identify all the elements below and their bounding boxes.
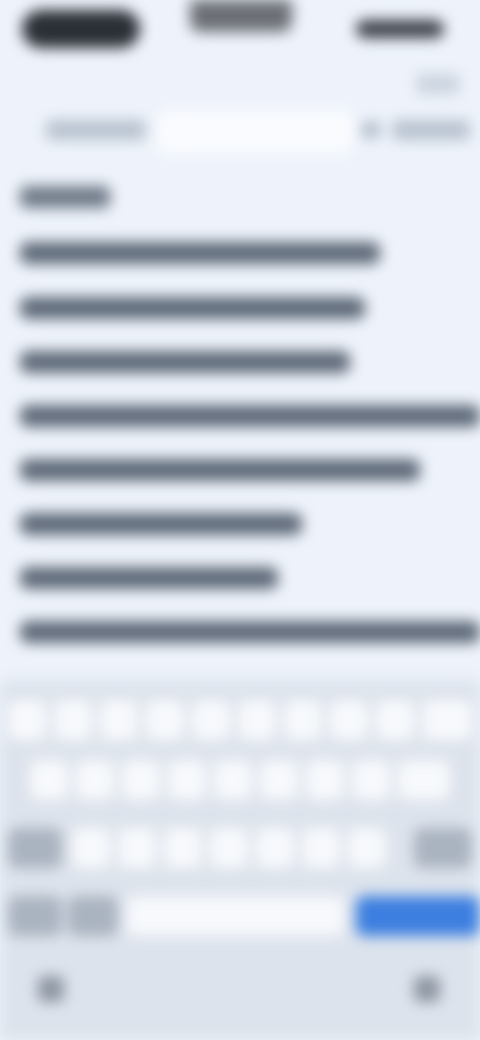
shift-key[interactable] [8, 828, 62, 868]
key[interactable] [260, 760, 298, 800]
key[interactable] [122, 760, 160, 800]
key[interactable] [302, 828, 340, 868]
status-icons [356, 20, 444, 38]
tab-right[interactable] [392, 120, 470, 140]
camera-notch [190, 0, 292, 32]
return-key[interactable] [356, 896, 480, 936]
key[interactable] [168, 760, 206, 800]
tab-bar [0, 108, 480, 158]
emoji-key[interactable] [68, 896, 118, 936]
key[interactable] [352, 760, 390, 800]
key[interactable] [146, 700, 184, 740]
key[interactable] [214, 760, 252, 800]
key[interactable] [72, 828, 110, 868]
globe-icon[interactable] [38, 976, 64, 1002]
header-action-button[interactable] [416, 74, 460, 94]
suggestion-item[interactable] [20, 513, 302, 535]
key[interactable] [118, 828, 156, 868]
key[interactable] [376, 700, 414, 740]
key[interactable] [348, 828, 386, 868]
suggestion-item[interactable] [20, 567, 278, 589]
keyboard [0, 680, 480, 1040]
tab-active[interactable] [156, 110, 354, 154]
key[interactable] [330, 700, 368, 740]
suggestion-item[interactable] [20, 459, 420, 481]
key[interactable] [164, 828, 202, 868]
key[interactable] [422, 700, 472, 740]
suggestions-heading [20, 186, 110, 208]
key[interactable] [306, 760, 344, 800]
key[interactable] [8, 700, 46, 740]
suggestion-item[interactable] [20, 405, 480, 427]
key[interactable] [192, 700, 230, 740]
numbers-key[interactable] [8, 896, 62, 936]
suggestion-item[interactable] [20, 621, 480, 643]
backspace-key[interactable] [414, 828, 472, 868]
key[interactable] [30, 760, 68, 800]
key[interactable] [238, 700, 276, 740]
tab-icon [362, 122, 380, 138]
suggestion-item[interactable] [20, 351, 350, 373]
suggestion-item[interactable] [20, 297, 365, 319]
key[interactable] [256, 828, 294, 868]
space-key[interactable] [126, 896, 344, 936]
key[interactable] [284, 700, 322, 740]
time-pill [22, 10, 140, 48]
tab-left[interactable] [46, 120, 146, 140]
page-title [160, 72, 320, 98]
key[interactable] [76, 760, 114, 800]
key[interactable] [100, 700, 138, 740]
suggestion-item[interactable] [20, 242, 380, 264]
key[interactable] [398, 760, 450, 800]
key[interactable] [210, 828, 248, 868]
key[interactable] [54, 700, 92, 740]
microphone-icon[interactable] [414, 976, 440, 1002]
status-bar [0, 0, 480, 60]
